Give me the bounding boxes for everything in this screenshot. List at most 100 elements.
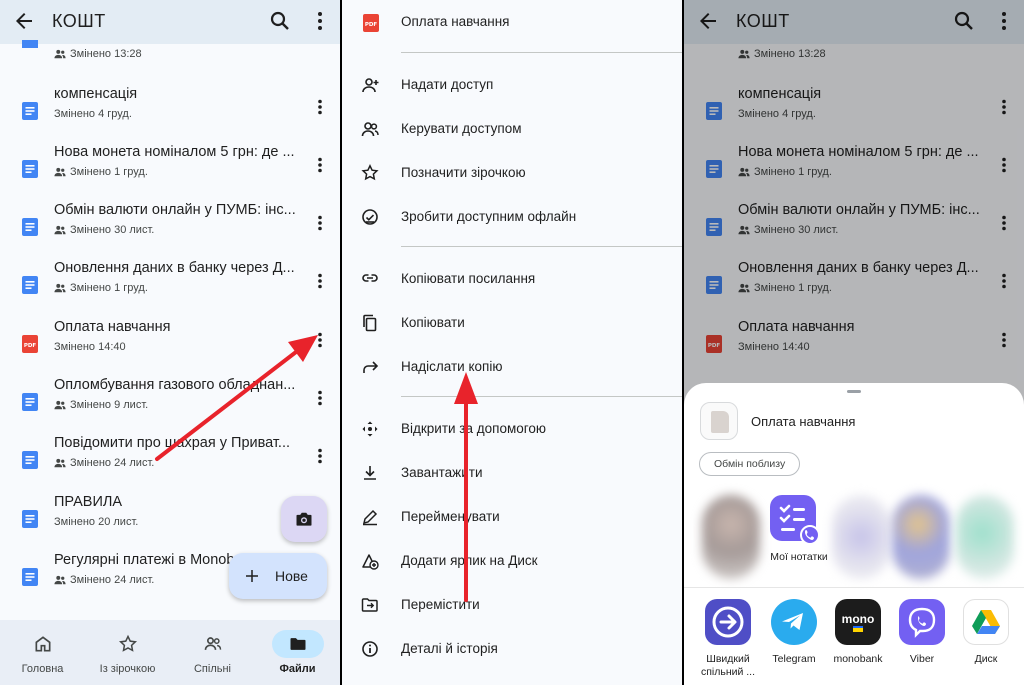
nav-shared[interactable]: Спільні [170,620,255,685]
file-modified: Змінено 1 груд. [54,166,148,178]
menu-item-label: Відкрити за допомогою [401,421,547,436]
move-icon [361,598,378,612]
more-vert-icon[interactable] [311,156,329,174]
more-vert-icon[interactable] [311,214,329,232]
google-doc-icon [22,160,38,178]
google-doc-icon [22,451,38,469]
viber-notes-icon [770,495,820,545]
file-row[interactable]: Опломбування газового обладнан... Змінено… [0,369,340,427]
menu-item[interactable]: Перемістити [342,583,682,627]
svg-text:PDF: PDF [24,343,37,349]
file-modified: Змінено 20 лист. [54,516,138,528]
menu-item[interactable]: Додати ярлик на Диск [342,539,682,583]
file-modified: Змінено 13:28 [54,48,142,60]
menu-divider [401,246,682,247]
app-drive[interactable]: Диск [955,597,1017,677]
file-modified-text: Змінено 30 лист. [70,224,155,236]
nav-starred[interactable]: Із зірочкою [85,620,170,685]
file-name: компенсація [54,86,138,102]
contact-avatar-blurred [832,495,890,579]
nav-files-label: Файли [279,663,316,675]
file-name: Оплата навчання [54,319,171,335]
menu-item-label: Зробити доступним офлайн [401,209,577,224]
google-doc-icon [22,568,38,586]
link-icon [362,274,378,282]
app-viber-label: Viber [909,653,935,665]
file-modified: Змінено 30 лист. [54,224,154,236]
app-monobank-label: monobank [833,653,883,665]
copy-icon [363,314,377,332]
send-copy-icon [363,361,379,373]
app-telegram-label: Telegram [772,653,816,665]
menu-item[interactable]: Завантажити [342,451,682,495]
app-telegram[interactable]: Telegram [763,597,825,677]
file-row[interactable]: компенсація Змінено 4 груд. [0,78,340,136]
menu-item[interactable]: Відкрити за допомогою [342,407,682,451]
menu-item-label: Перейменувати [401,509,500,524]
menu-item[interactable]: Надати доступ [342,63,682,107]
contact-suggestion[interactable] [892,495,952,579]
file-name: Оновлення даних в банку через Д... [54,260,295,276]
scan-camera-button[interactable] [281,496,327,542]
nav-files[interactable]: Файли [255,620,340,685]
download-icon [364,466,376,480]
nav-shared-label: Спільні [193,663,231,675]
menu-item[interactable]: Позначити зірочкою [342,151,682,195]
shared-people-icon [54,575,66,585]
shared-people-icon [54,400,66,410]
file-row[interactable]: Обмін валюти онлайн у ПУМБ: інс... Змінен… [0,194,340,252]
menu-item[interactable]: Копіювати посилання [342,257,682,301]
contact-suggestion[interactable] [702,495,762,579]
viber-icon [899,599,945,645]
menu-item[interactable]: Деталі й історія [342,627,682,671]
menu-item[interactable]: Зробити доступним офлайн [342,195,682,239]
nav-home[interactable]: Головна [0,620,85,685]
menu-item-label: Завантажити [401,465,483,480]
monobank-icon-text: mono [841,612,875,626]
sheet-handle[interactable] [847,390,861,393]
menu-item-label: Надіслати копію [401,359,503,374]
file-row[interactable]: Оновлення даних в банку через Д... Змінен… [0,252,340,310]
app-monobank[interactable]: mono monobank [827,597,889,677]
file-row[interactable]: Нова монета номіналом 5 грн: де ... Зміне… [0,136,340,194]
file-name: Опломбування газового обладнан... [54,377,296,393]
home-icon [35,636,50,652]
menu-item-label: Перемістити [401,597,480,612]
new-button-label: Нове [275,568,308,584]
app-quick-share[interactable]: Швидкий спільний ... [697,597,759,678]
pdf-file-icon: PDF [22,335,38,353]
contact-avatar-blurred [702,495,760,579]
shared-people-icon [54,167,66,177]
app-viber[interactable]: Viber [891,597,953,677]
contact-avatar-blurred [956,495,1014,579]
menu-item-label: Копіювати [401,315,465,330]
file-row[interactable]: Повідомити про шахрая у Приват... Змінено… [0,427,340,485]
file-name: ПРАВИЛА [54,494,123,510]
menu-item[interactable]: Керувати доступом [342,107,682,151]
new-button[interactable]: Нове [229,553,327,599]
contact-suggestion[interactable] [832,495,892,579]
more-vert-icon[interactable] [311,272,329,290]
contact-my-notes[interactable]: Мої нотатки [769,495,829,579]
more-vert-icon[interactable] [311,389,329,407]
google-doc-icon [22,276,38,294]
file-thumbnail [700,402,738,440]
contact-suggestion[interactable] [956,495,1016,579]
contact-avatar-blurred [892,495,950,579]
app-drive-label: Диск [974,653,998,665]
more-vert-icon[interactable] [311,98,329,116]
nearby-share-button[interactable]: Обмін поблизу [699,452,801,476]
menu-item[interactable]: Копіювати [342,301,682,345]
menu-item-label: Копіювати посилання [401,271,536,286]
file-row[interactable]: PDF Оплата навчання Змінено 14:40 [0,311,340,369]
file-modified-text: Змінено 20 лист. [54,516,139,528]
menu-item[interactable]: Надіслати копію [342,345,682,389]
menu-item[interactable]: Перейменувати [342,495,682,539]
more-vert-icon[interactable] [311,447,329,465]
more-vert-icon[interactable] [311,331,329,349]
star-icon [361,164,379,181]
file-modified-text: Змінено 13:28 [70,48,142,60]
rename-icon [362,509,378,526]
shared-people-icon [54,225,66,235]
menu-item-label: Додати ярлик на Диск [401,553,538,568]
